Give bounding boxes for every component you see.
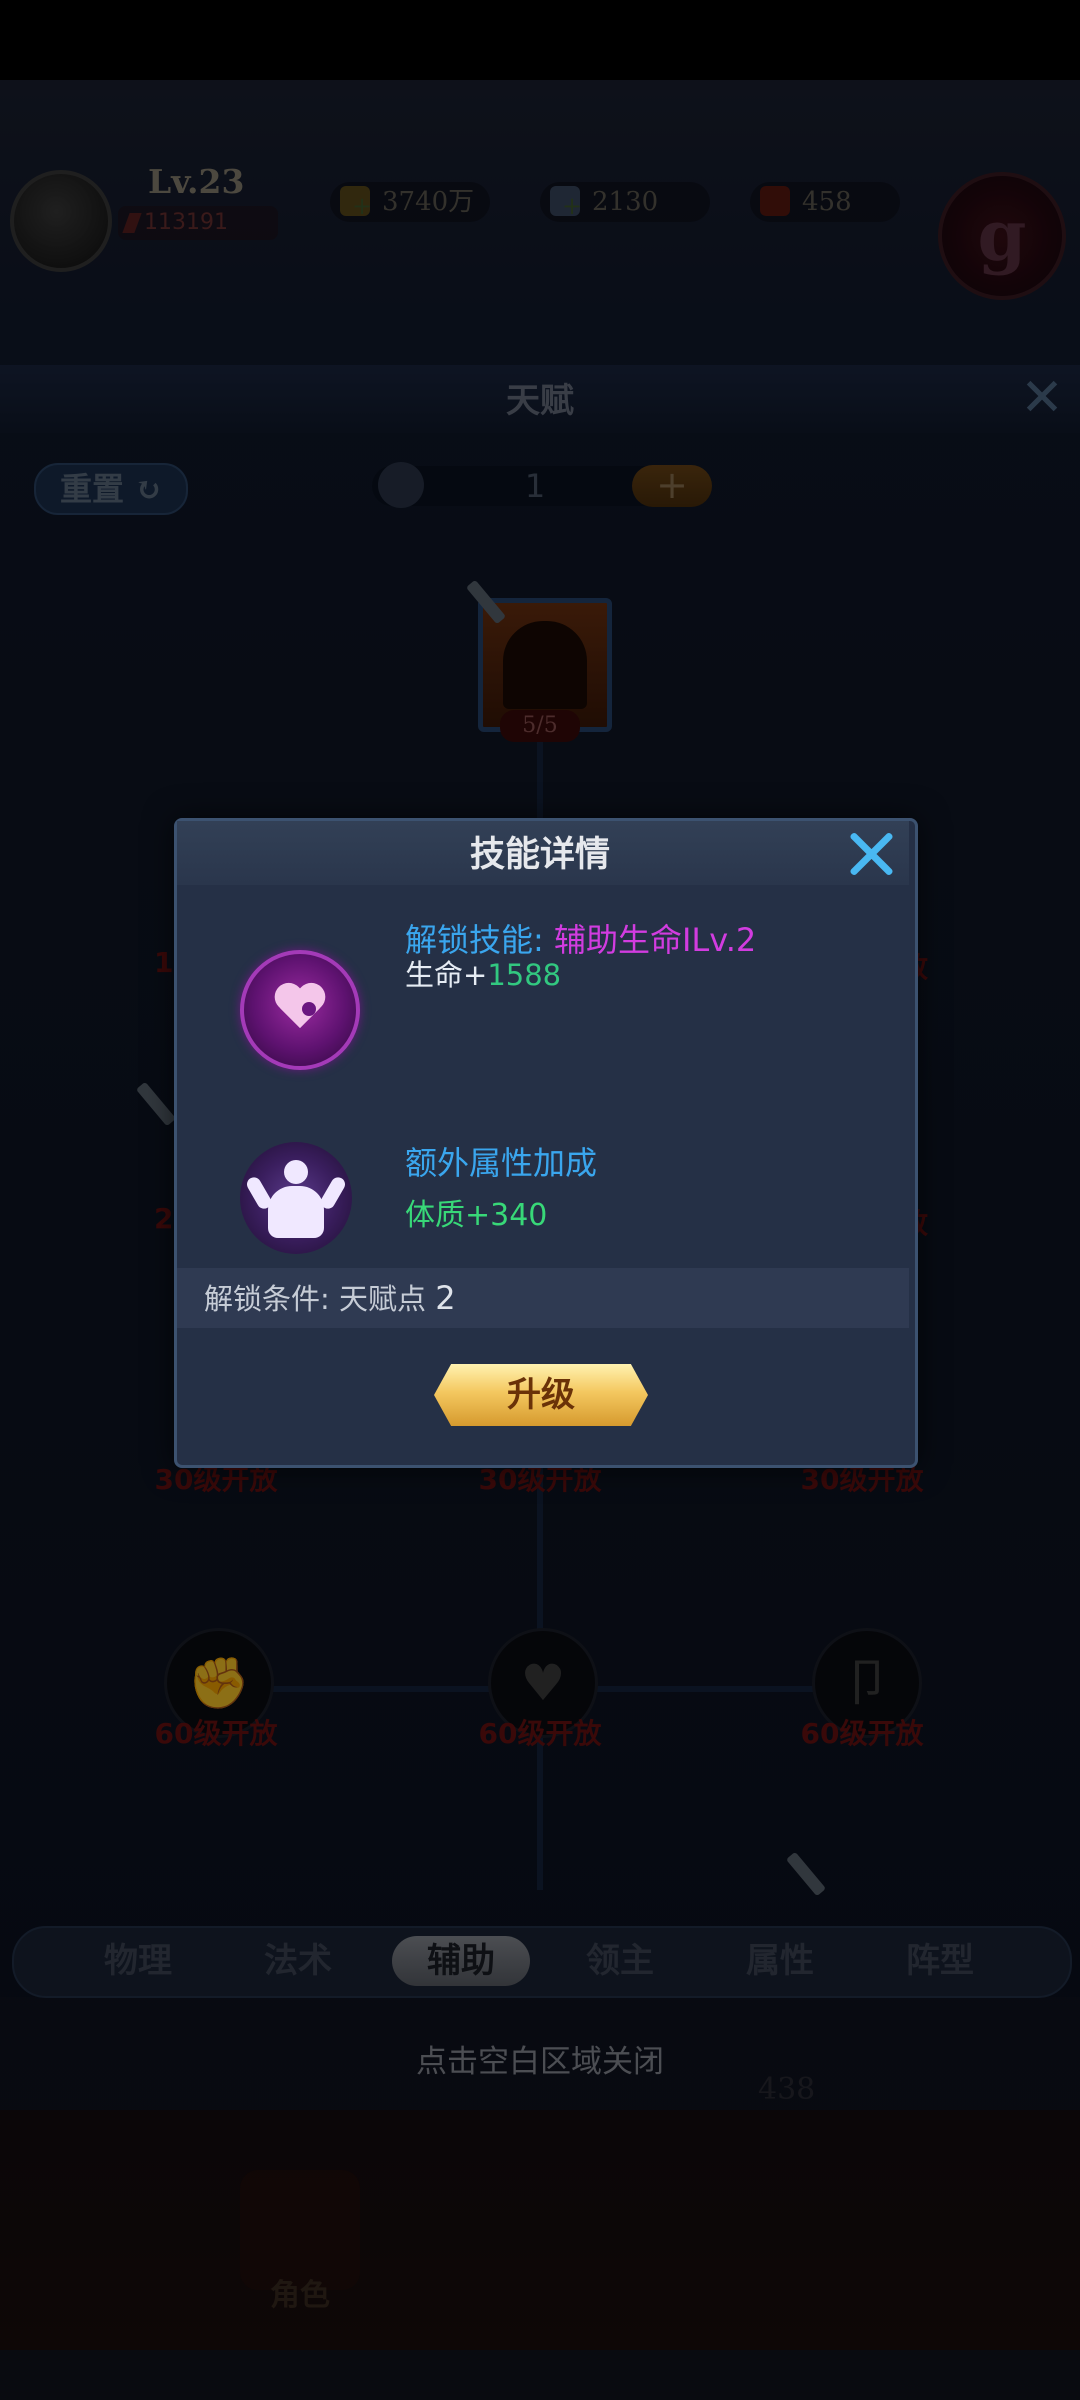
upgrade-button-label[interactable]: 升级 (434, 1364, 648, 1426)
hp-bonus: 生命+1588 (405, 952, 561, 994)
hp-prefix: 生命+ (405, 958, 488, 992)
modal-title: 技能详情 (469, 834, 610, 875)
heart-dot (302, 1002, 316, 1016)
bonus-title: 额外属性加成 (405, 1144, 598, 1182)
close-icon[interactable] (846, 828, 898, 880)
body-torso (268, 1186, 324, 1238)
unlock-skill-name: 辅助生命ⅠLv.2 (553, 921, 757, 959)
heart-skill-icon (240, 950, 360, 1070)
body-head (284, 1160, 308, 1184)
heart-shape (274, 984, 326, 1032)
unlock-condition: 解锁条件: 天赋点 2 (204, 1276, 456, 1318)
condition-value: 2 (435, 1279, 456, 1317)
condition-label: 解锁条件: 天赋点 (204, 1282, 436, 1316)
vitality-bonus: 体质+340 (405, 1198, 548, 1233)
status-bar (0, 0, 1080, 80)
hp-value: 1588 (487, 958, 562, 992)
body-attribute-icon (240, 1142, 352, 1254)
